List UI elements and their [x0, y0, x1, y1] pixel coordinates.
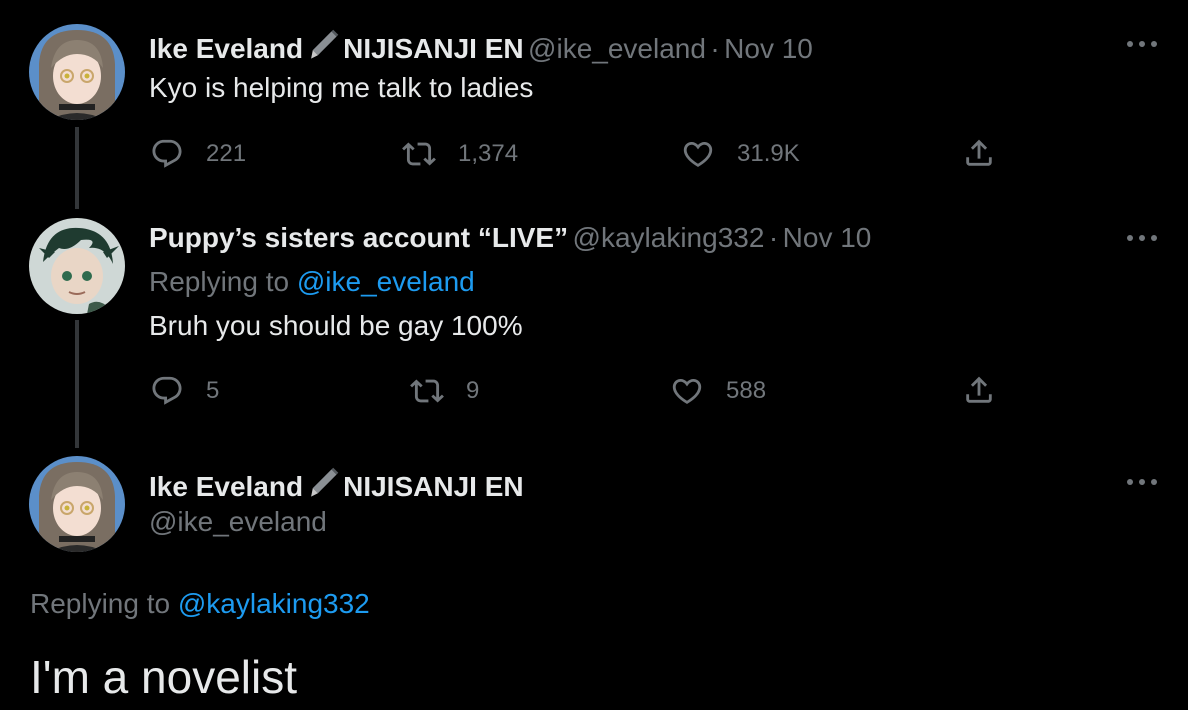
- like-icon: [681, 137, 715, 171]
- reply-icon: [150, 374, 184, 408]
- more-icon[interactable]: [1124, 38, 1160, 50]
- replying-to-link[interactable]: @kaylaking332: [178, 588, 370, 619]
- avatar-ike-eveland[interactable]: [29, 24, 125, 120]
- retweet-icon: [410, 374, 444, 408]
- tweet-date[interactable]: Nov 10: [724, 33, 813, 64]
- retweet-button[interactable]: 1,374: [402, 137, 518, 171]
- replying-to: Replying to @ike_eveland: [149, 266, 475, 298]
- like-count: 588: [726, 377, 767, 404]
- replying-to-label: Replying to: [30, 588, 171, 619]
- reply-count: 221: [206, 140, 247, 167]
- retweet-button[interactable]: 9: [410, 374, 479, 408]
- more-icon[interactable]: [1124, 232, 1160, 244]
- avatar-kaylaking332[interactable]: [29, 218, 125, 314]
- author-suffix[interactable]: NIJISANJI EN: [343, 471, 524, 502]
- like-button[interactable]: 31.9K: [681, 137, 800, 171]
- pen-icon: [305, 466, 341, 505]
- main-tweet-text: I'm a novelist: [30, 651, 297, 703]
- author-suffix[interactable]: NIJISANJI EN: [343, 33, 524, 64]
- separator: ·: [768, 222, 779, 253]
- avatar-ike-eveland[interactable]: [29, 456, 125, 552]
- main-tweet-header: Ike Eveland NIJISANJI EN: [149, 466, 524, 505]
- share-button[interactable]: [962, 373, 996, 407]
- tweet-1-header: Ike Eveland NIJISANJI EN @ike_eveland · N…: [149, 28, 813, 67]
- tweet-text: Bruh you should be gay 100%: [149, 310, 523, 341]
- reply-button[interactable]: 221: [150, 137, 246, 171]
- share-icon: [962, 136, 996, 170]
- reply-count: 5: [206, 377, 220, 404]
- author-name[interactable]: Puppy’s sisters account “LIVE”: [149, 222, 568, 253]
- more-icon[interactable]: [1124, 476, 1160, 488]
- retweet-count: 1,374: [458, 140, 519, 167]
- separator: ·: [710, 33, 720, 64]
- author-handle[interactable]: @ike_eveland: [528, 33, 706, 64]
- replying-to-label: Replying to: [149, 266, 290, 297]
- retweet-icon: [402, 137, 436, 171]
- share-icon: [962, 373, 996, 407]
- retweet-count: 9: [466, 377, 480, 404]
- replying-to-link[interactable]: @ike_eveland: [297, 266, 475, 297]
- replying-to: Replying to @kaylaking332: [30, 588, 370, 620]
- tweet-text: Kyo is helping me talk to ladies: [149, 72, 534, 103]
- author-name[interactable]: Ike Eveland: [149, 471, 303, 502]
- like-button[interactable]: 588: [670, 374, 766, 408]
- pen-icon: [305, 28, 341, 67]
- like-icon: [670, 374, 704, 408]
- like-count: 31.9K: [737, 140, 800, 167]
- tweet-2-header: Puppy’s sisters account “LIVE” @kaylakin…: [149, 222, 871, 254]
- author-name[interactable]: Ike Eveland: [149, 33, 303, 64]
- reply-button[interactable]: 5: [150, 374, 219, 408]
- share-button[interactable]: [962, 136, 996, 170]
- thread-line: [75, 320, 79, 448]
- thread-line: [75, 127, 79, 209]
- author-handle[interactable]: @kaylaking332: [573, 222, 765, 253]
- author-handle[interactable]: @ike_eveland: [149, 506, 327, 538]
- tweet-date[interactable]: Nov 10: [783, 222, 872, 253]
- reply-icon: [150, 137, 184, 171]
